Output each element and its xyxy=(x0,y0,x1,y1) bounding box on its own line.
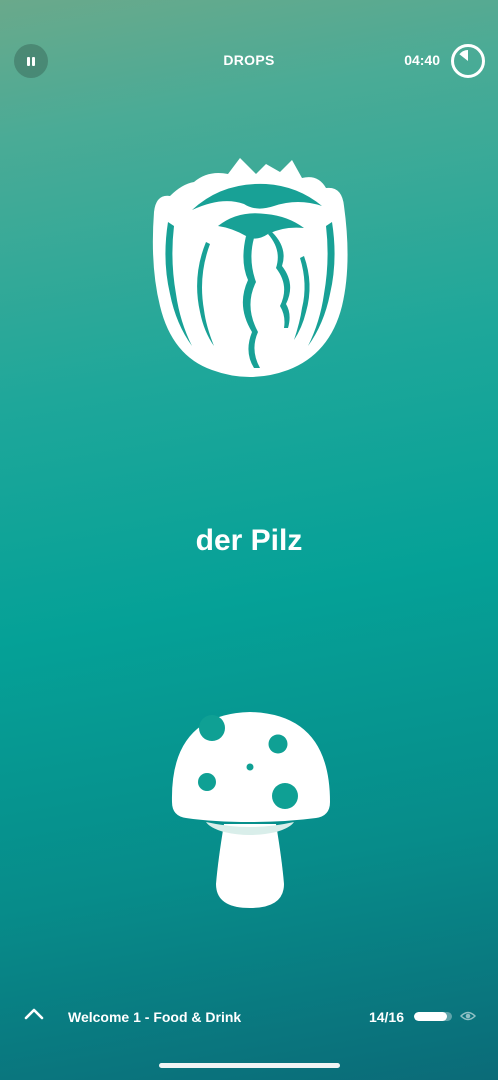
lesson-title[interactable]: Welcome 1 - Food & Drink xyxy=(68,1009,241,1025)
cabbage-illustration xyxy=(152,158,348,377)
timer-ring-icon[interactable] xyxy=(450,43,486,79)
vocabulary-word: der Pilz xyxy=(195,524,303,557)
progress-bar-fill xyxy=(414,1012,448,1021)
eye-icon[interactable] xyxy=(460,1010,476,1022)
home-indicator xyxy=(159,1063,340,1068)
progress-bar xyxy=(414,1012,452,1021)
timer-text: 04:40 xyxy=(404,52,440,68)
top-bar: DROPS 04:40 xyxy=(0,0,498,120)
chevron-up-icon[interactable] xyxy=(24,1007,44,1021)
mushroom-illustration[interactable] xyxy=(166,706,336,912)
bottom-bar: Welcome 1 - Food & Drink 14/16 xyxy=(0,995,498,1039)
progress-counter: 14/16 xyxy=(368,1009,404,1025)
